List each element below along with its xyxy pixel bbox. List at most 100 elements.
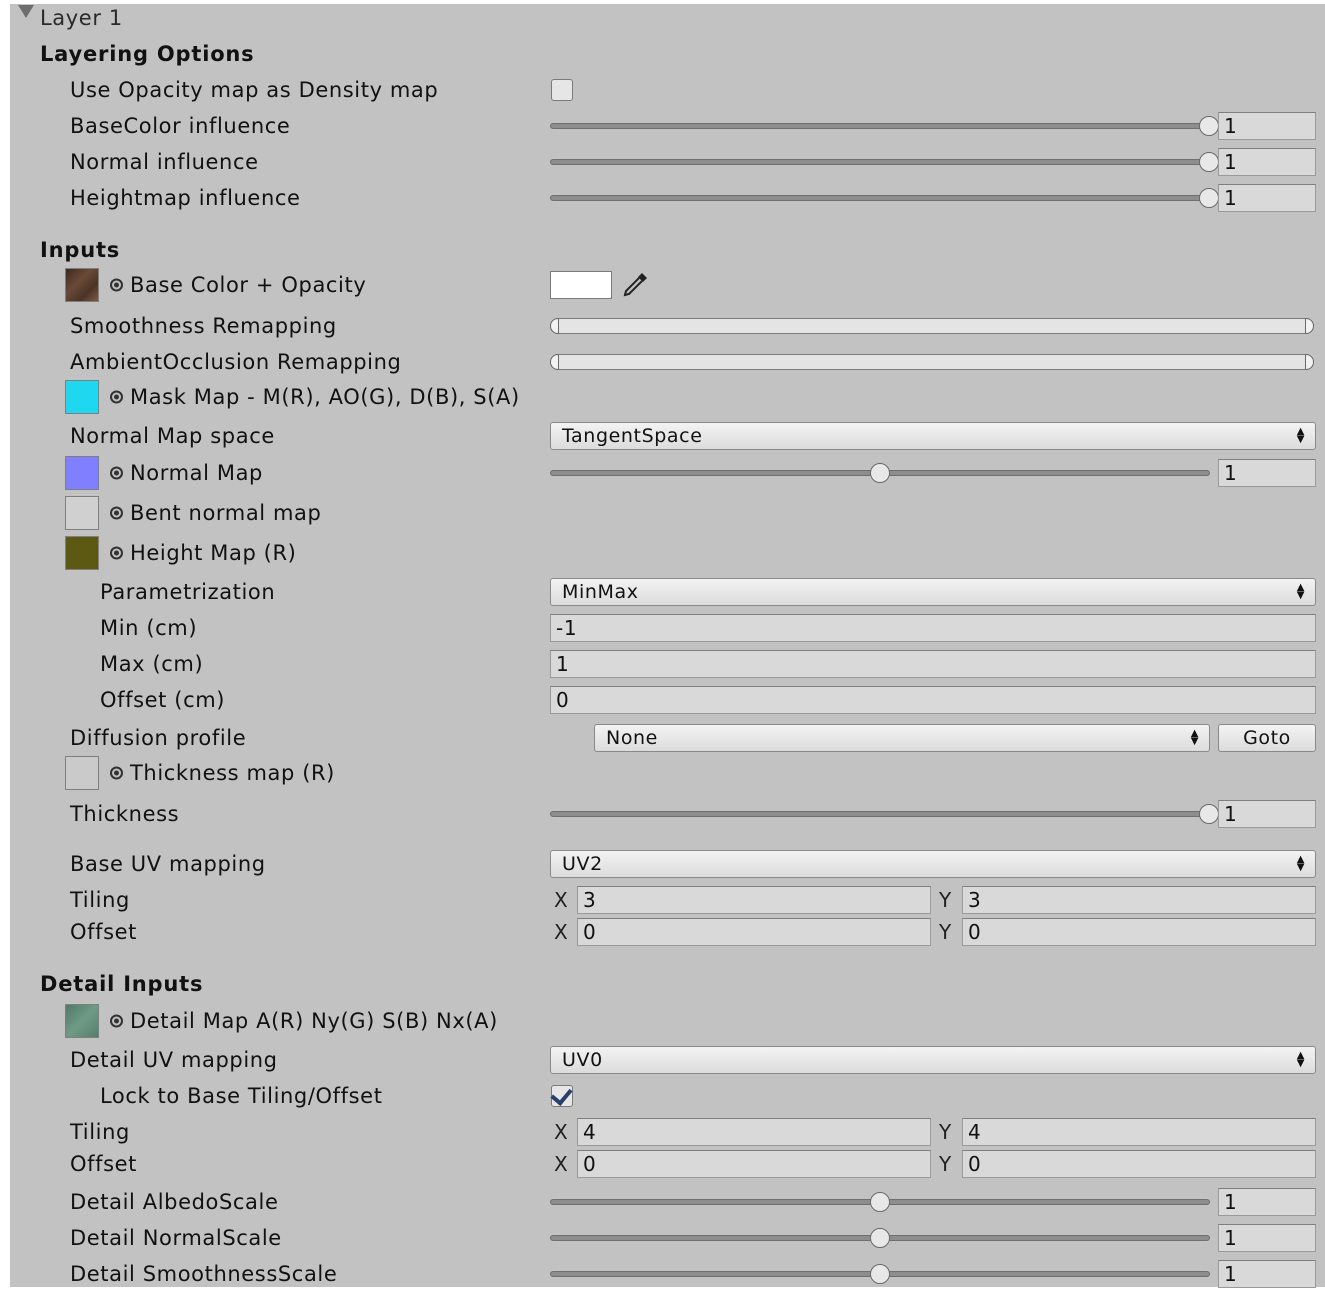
detail-smoothness-value[interactable]: 1 [1218,1260,1316,1288]
lock-tiling-checkbox[interactable] [550,1083,573,1107]
slider-knob[interactable] [1199,152,1219,172]
detail-albedo-value[interactable]: 1 [1218,1188,1316,1216]
normal-influence-label: Normal influence [70,150,259,174]
thickness-map-texture-thumbnail[interactable] [65,756,99,790]
detail-smoothness-slider[interactable] [550,1264,1210,1284]
inputs-header: Inputs [40,238,121,262]
slider-knob[interactable] [870,1192,890,1212]
base-offset-row: Offset X 0 Y 0 [10,914,1325,950]
normal-map-texture-thumbnail[interactable] [65,456,99,490]
foldout-arrow-icon[interactable] [18,5,34,18]
object-picker-icon[interactable] [110,466,123,480]
detail-albedo-slider[interactable] [550,1192,1210,1212]
normal-map-scale-slider[interactable] [550,463,1210,483]
heightmap-influence-value[interactable]: 1 [1218,184,1316,212]
height-map-label: Height Map (R) [130,541,297,565]
heightmap-influence-slider[interactable] [550,188,1219,208]
normal-map-space-dropdown[interactable]: TangentSpace ▲ ▼ [550,422,1316,450]
detail-offset-x-field[interactable]: 0 [577,1150,931,1178]
eyedropper-icon[interactable] [620,270,650,300]
object-picker-icon[interactable] [110,1014,123,1028]
axis-y-label: Y [939,888,952,912]
normal-map-space-row: Normal Map space TangentSpace ▲ ▼ [10,418,1325,454]
detail-offset-y-field[interactable]: 0 [962,1150,1316,1178]
diffusion-profile-dropdown[interactable]: None ▲ ▼ [594,724,1210,752]
smoothness-minmax-slider[interactable] [550,318,1314,334]
base-uv-mapping-dropdown[interactable]: UV2 ▲ ▼ [550,850,1316,878]
max-cm-row: Max (cm) 1 [10,646,1325,682]
goto-button[interactable]: Goto [1218,724,1316,752]
detail-tiling-y-field[interactable]: 4 [962,1118,1316,1146]
min-cm-row: Min (cm) -1 [10,610,1325,646]
slider-knob[interactable] [870,1264,890,1284]
base-offset-y-field[interactable]: 0 [962,918,1316,946]
basecolor-influence-slider[interactable] [550,116,1219,136]
thickness-slider[interactable] [550,804,1219,824]
thickness-map-row: Thickness map (R) [10,754,1325,792]
normal-influence-slider[interactable] [550,152,1219,172]
object-picker-icon[interactable] [110,506,123,520]
object-picker-icon[interactable] [110,390,123,404]
max-handle[interactable] [1305,318,1314,334]
detail-tiling-x-field[interactable]: 4 [577,1118,931,1146]
max-cm-label: Max (cm) [100,652,204,676]
slider-knob[interactable] [1199,188,1219,208]
offset-cm-row: Offset (cm) 0 [10,682,1325,718]
normal-influence-value[interactable]: 1 [1218,148,1316,176]
basecolor-influence-label: BaseColor influence [70,114,291,138]
normal-map-scale-value[interactable]: 1 [1218,459,1316,487]
detail-uv-mapping-row: Detail UV mapping UV0 ▲ ▼ [10,1042,1325,1078]
slider-knob[interactable] [1199,116,1219,136]
detail-smoothness-label: Detail SmoothnessScale [70,1262,338,1286]
base-uv-mapping-row: Base UV mapping UV2 ▲ ▼ [10,846,1325,882]
height-map-texture-thumbnail[interactable] [65,536,99,570]
mask-map-row: Mask Map - M(R), AO(G), D(B), S(A) [10,378,1325,416]
object-picker-icon[interactable] [110,766,123,780]
base-tiling-y-field[interactable]: 3 [962,886,1316,914]
offset-cm-field[interactable]: 0 [550,686,1316,714]
max-cm-field[interactable]: 1 [550,650,1316,678]
normal-influence-row: Normal influence 1 [10,144,1325,180]
object-picker-icon[interactable] [110,278,123,292]
slider-knob[interactable] [1199,804,1219,824]
base-offset-label: Offset [70,920,138,944]
detail-map-texture-thumbnail[interactable] [65,1004,99,1038]
detail-offset-label: Offset [70,1152,138,1176]
min-handle[interactable] [550,354,559,370]
slider-knob[interactable] [870,1228,890,1248]
axis-x-label: X [554,888,569,912]
detail-albedo-row: Detail AlbedoScale 1 [10,1184,1325,1220]
ao-minmax-slider[interactable] [550,354,1314,370]
offset-cm-label: Offset (cm) [100,688,226,712]
detail-uv-mapping-value: UV0 [562,1049,603,1071]
slider-knob[interactable] [870,463,890,483]
thickness-label: Thickness [70,802,180,826]
layer-foldout[interactable]: Layer 1 [10,0,1325,36]
object-picker-icon[interactable] [110,546,123,560]
layering-options-header-row: Layering Options [10,36,1325,72]
max-handle[interactable] [1305,354,1314,370]
mask-map-texture-thumbnail[interactable] [65,380,99,414]
base-tiling-x-field[interactable]: 3 [577,886,931,914]
axis-y-label: Y [939,1152,952,1176]
basecolor-influence-value[interactable]: 1 [1218,112,1316,140]
base-offset-x-field[interactable]: 0 [577,918,931,946]
diffusion-profile-value: None [606,727,658,749]
parametrization-label: Parametrization [100,580,276,604]
normal-map-row: Normal Map 1 [10,454,1325,492]
parametrization-dropdown[interactable]: MinMax ▲ ▼ [550,578,1316,606]
heightmap-influence-row: Heightmap influence 1 [10,180,1325,216]
detail-offset-row: Offset X 0 Y 0 [10,1146,1325,1182]
detail-normal-slider[interactable] [550,1228,1210,1248]
min-handle[interactable] [550,318,559,334]
detail-uv-mapping-dropdown[interactable]: UV0 ▲ ▼ [550,1046,1316,1074]
detail-normal-label: Detail NormalScale [70,1226,282,1250]
base-color-swatch[interactable] [550,271,612,299]
opacity-density-checkbox[interactable] [551,79,573,101]
base-color-texture-thumbnail[interactable] [65,268,99,302]
detail-normal-value[interactable]: 1 [1218,1224,1316,1252]
bent-normal-texture-thumbnail[interactable] [65,496,99,530]
ao-remapping-row: AmbientOcclusion Remapping [10,344,1325,380]
min-cm-field[interactable]: -1 [550,614,1316,642]
thickness-value[interactable]: 1 [1218,800,1316,828]
